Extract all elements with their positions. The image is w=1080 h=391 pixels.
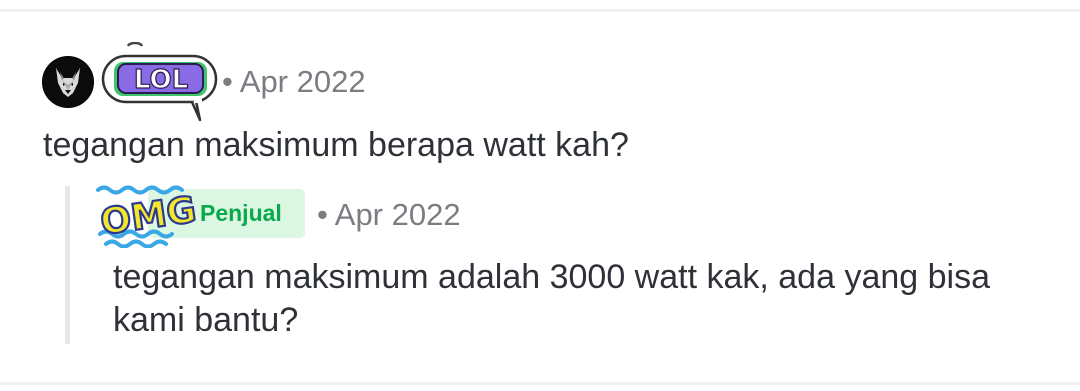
lol-speech-bubble-icon: LOL xyxy=(100,41,222,129)
reply-meta: • Apr 2022 xyxy=(317,197,461,233)
wolf-avatar-icon[interactable] xyxy=(42,56,94,108)
reply-date: Apr 2022 xyxy=(334,197,461,232)
meta-separator: • xyxy=(317,197,328,232)
question-date: Apr 2022 xyxy=(239,64,366,99)
question-text: tegangan maksimum berapa watt kah? xyxy=(43,126,629,164)
meta-separator: • xyxy=(222,64,233,99)
question-meta: • Apr 2022 xyxy=(222,64,366,100)
bottom-divider xyxy=(0,382,1080,385)
reply-indent-bar xyxy=(65,186,70,344)
seller-label: Penjual xyxy=(200,200,282,226)
omg-badge-text: OMG xyxy=(98,189,199,243)
reply-text: tegangan maksimum adalah 3000 watt kak, … xyxy=(113,258,990,339)
lol-badge-text: LOL xyxy=(134,65,188,95)
top-divider xyxy=(0,9,1080,12)
omg-sticker-icon: OMG xyxy=(92,182,204,253)
